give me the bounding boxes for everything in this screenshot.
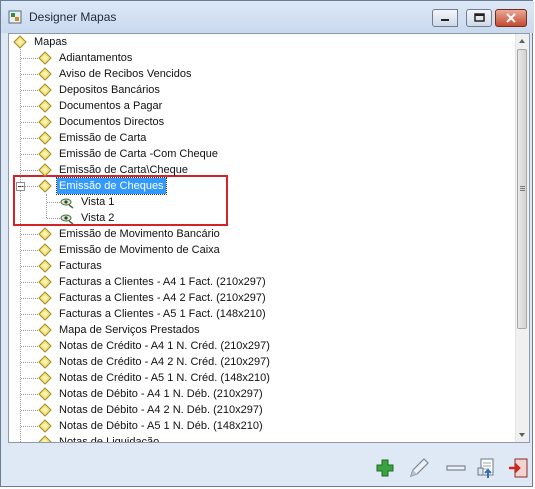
map-folder-icon	[38, 179, 52, 193]
close-button[interactable]	[495, 9, 527, 27]
map-folder-icon	[38, 163, 52, 177]
tree-item-label: Emissão de Movimento Bancário	[59, 228, 220, 240]
tree-connector	[21, 234, 38, 235]
tree-item-label: Notas de Crédito - A4 2 N. Créd. (210x29…	[59, 356, 270, 368]
map-folder-icon	[38, 291, 52, 305]
maximize-icon	[474, 13, 485, 22]
tree-connector	[21, 410, 38, 411]
map-folder-icon	[13, 35, 27, 49]
scroll-down-icon[interactable]	[519, 433, 525, 437]
tree-item-label: Notas de Crédito - A4 1 N. Créd. (210x29…	[59, 340, 270, 352]
tree-connector	[21, 154, 38, 155]
edit-icon[interactable]	[407, 456, 431, 480]
tree-connector	[21, 362, 38, 363]
tree-connector	[21, 106, 38, 107]
tree-item-label: Facturas a Clientes - A4 1 Fact. (210x29…	[59, 276, 266, 288]
map-folder-icon	[38, 99, 52, 113]
tree-item-label: Emissão de Cheques	[56, 177, 167, 195]
tree-item-label: Mapa de Serviços Prestados	[59, 324, 200, 336]
tree-connector	[21, 138, 38, 139]
tree-connector	[21, 426, 38, 427]
map-folder-icon	[38, 323, 52, 337]
map-folder-icon	[38, 275, 52, 289]
tree-connector	[47, 202, 60, 203]
tree-connector	[21, 378, 38, 379]
map-folder-icon	[38, 115, 52, 129]
view-icon	[60, 198, 74, 209]
tree-item-label: Notas de Débito - A5 1 N. Déb. (148x210)	[59, 420, 263, 432]
tree-connector	[21, 122, 38, 123]
tree-connector	[21, 170, 38, 171]
scroll-thumb[interactable]	[517, 49, 527, 329]
view-icon	[60, 214, 74, 225]
window-title: Designer Mapas	[29, 10, 117, 24]
tree-item-label: Notas de Débito - A4 2 N. Déb. (210x297)	[59, 404, 263, 416]
tree-item-label: Vista 1	[81, 196, 115, 208]
tree-connector	[21, 250, 38, 251]
remove-icon[interactable]	[444, 456, 468, 480]
map-folder-icon	[38, 307, 52, 321]
tree-connector	[21, 266, 38, 267]
map-folder-icon	[38, 339, 52, 353]
map-folder-icon	[38, 147, 52, 161]
import-icon[interactable]	[476, 456, 500, 480]
map-folder-icon	[38, 355, 52, 369]
tree-connector	[47, 218, 60, 219]
tree-item-label: Documentos a Pagar	[59, 100, 163, 112]
map-folder-icon	[38, 371, 52, 385]
tree-item-label: Documentos Directos	[59, 116, 165, 128]
tree-item-label: Facturas	[59, 260, 102, 272]
tree-connector	[21, 346, 38, 347]
tree-item-label: Facturas a Clientes - A5 1 Fact. (148x21…	[59, 308, 266, 320]
tree-connector	[21, 74, 38, 75]
bottom-toolbar	[1, 448, 534, 486]
map-folder-icon	[38, 131, 52, 145]
designer-mapas-window: Designer Mapas Mapas Adiantamentos Aviso d…	[0, 0, 534, 487]
map-folder-icon	[38, 83, 52, 97]
vertical-scrollbar[interactable]	[515, 34, 529, 442]
tree-item-label: Notas de Débito - A4 1 N. Déb. (210x297)	[59, 388, 263, 400]
map-folder-icon	[38, 259, 52, 273]
tree-item-label: Emissão de Carta	[59, 132, 147, 144]
map-folder-icon	[38, 243, 52, 257]
tree-connector	[21, 186, 38, 187]
tree-item-label: Aviso de Recibos Vencidos	[59, 68, 192, 80]
tree-item-label: Adiantamentos	[59, 52, 133, 64]
tree-connector	[21, 314, 38, 315]
maximize-button[interactable]	[466, 9, 492, 27]
tree-item-label: Depositos Bancários	[59, 84, 160, 96]
map-folder-icon	[38, 387, 52, 401]
tree-item-label: Mapas	[34, 36, 68, 48]
tree-item-label: Notas de Crédito - A5 1 N. Créd. (148x21…	[59, 372, 270, 384]
maps-tree[interactable]: Mapas Adiantamentos Aviso de Recibos Venci…	[9, 34, 517, 442]
tree-item-label: Notas de Liquidação	[59, 436, 160, 442]
tree-connector	[20, 49, 21, 442]
tree-connector	[21, 298, 38, 299]
map-folder-icon	[38, 67, 52, 81]
tree-connector	[21, 58, 38, 59]
map-folder-icon	[38, 51, 52, 65]
app-icon	[8, 10, 22, 24]
add-icon[interactable]	[373, 456, 397, 480]
title-bar[interactable]: Designer Mapas	[1, 1, 534, 33]
map-folder-icon	[38, 403, 52, 417]
tree-item-label: Emissão de Carta -Com Cheque	[59, 148, 218, 160]
exit-icon[interactable]	[507, 456, 531, 480]
tree-panel: Mapas Adiantamentos Aviso de Recibos Venci…	[8, 33, 530, 443]
close-icon	[506, 13, 516, 23]
tree-connector	[21, 282, 38, 283]
tree-connector	[21, 330, 38, 331]
tree-item-label: Vista 2	[81, 212, 115, 224]
map-folder-icon	[38, 435, 52, 442]
map-folder-icon	[38, 419, 52, 433]
map-folder-icon	[38, 227, 52, 241]
scroll-up-icon[interactable]	[519, 39, 525, 43]
minimize-button[interactable]	[432, 9, 458, 27]
tree-item-label: Facturas a Clientes - A4 2 Fact. (210x29…	[59, 292, 266, 304]
tree-item-label: Emissão de Movimento de Caixa	[59, 244, 220, 256]
minimize-icon	[441, 19, 449, 21]
tree-item-label: Emissão de Carta\Cheque	[59, 164, 189, 176]
tree-connector	[21, 90, 38, 91]
tree-connector	[21, 394, 38, 395]
